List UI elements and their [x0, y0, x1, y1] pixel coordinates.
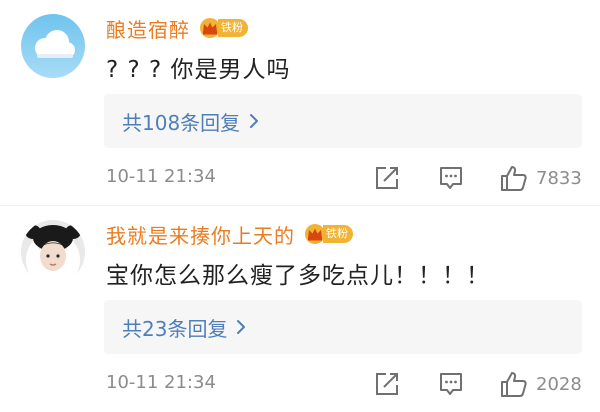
username-row: 酿造宿醉 铁粉	[106, 14, 248, 42]
username[interactable]: 我就是来揍你上天的	[106, 220, 295, 249]
forward-button[interactable]	[374, 164, 400, 192]
reply-count-label: 共108条回复	[122, 110, 241, 135]
like-count: 2028	[536, 373, 582, 395]
comment-text: 宝你怎么那么瘦了多吃点儿！！！！	[106, 263, 490, 289]
like-icon-wrap	[500, 164, 528, 192]
username[interactable]: 酿造宿醉	[106, 14, 190, 43]
like-count: 7833	[536, 167, 582, 189]
forward-button[interactable]	[374, 370, 400, 398]
comment-item: 酿造宿醉 铁粉 ? ? ? 你是男人吗 共108条回复 10-11 21:34	[0, 0, 600, 206]
comment-icon	[440, 167, 462, 189]
comment-meta: 10-11 21:34 7833	[0, 164, 600, 192]
fan-badge[interactable]: 铁粉	[303, 223, 353, 245]
fan-badge-label: 铁粉	[218, 19, 248, 37]
comment-text: ? ? ? 你是男人吗	[106, 57, 291, 83]
timestamp: 10-11 21:34	[106, 166, 216, 187]
like-icon-wrap	[500, 370, 528, 398]
avatar[interactable]	[21, 14, 85, 78]
replies-button[interactable]: 共108条回复	[104, 94, 582, 148]
forward-icon	[376, 167, 398, 189]
avatar[interactable]	[21, 220, 85, 284]
replies-button[interactable]: 共23条回复	[104, 300, 582, 354]
like-button[interactable]: 7833	[500, 164, 582, 192]
chevron-right-icon	[250, 114, 259, 128]
chevron-right-icon	[237, 320, 246, 334]
cloud-avatar-icon	[21, 14, 85, 78]
fan-badge-label: 铁粉	[323, 225, 353, 243]
panda-hood-avatar-icon	[21, 220, 85, 284]
comment-item: 我就是来揍你上天的 铁粉 宝你怎么那么瘦了多吃点儿！！！！ 共23条回复 10-…	[0, 206, 600, 412]
fan-badge[interactable]: 铁粉	[198, 17, 248, 39]
timestamp: 10-11 21:34	[106, 372, 216, 393]
comment-meta: 10-11 21:34 2028	[0, 370, 600, 398]
comment-button[interactable]	[438, 370, 464, 398]
reply-count-label: 共23条回复	[122, 316, 228, 341]
like-icon	[501, 166, 527, 191]
forward-icon	[376, 373, 398, 395]
username-row: 我就是来揍你上天的 铁粉	[106, 220, 353, 248]
like-icon	[501, 372, 527, 397]
comment-icon	[440, 373, 462, 395]
comment-button[interactable]	[438, 164, 464, 192]
like-button[interactable]: 2028	[500, 370, 582, 398]
